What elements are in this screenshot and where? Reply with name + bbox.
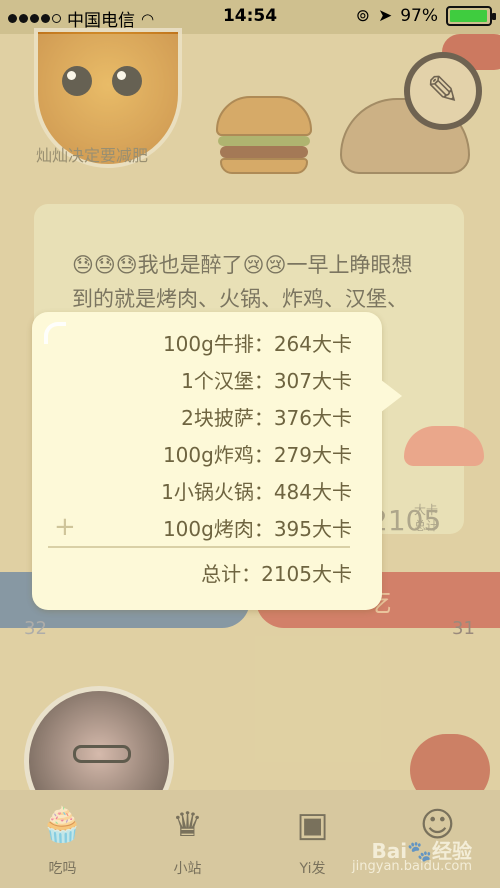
status-right: ⊚ ➤ 97% <box>355 6 496 26</box>
plus-icon[interactable]: + <box>54 512 76 542</box>
calorie-item: 100g炸鸡：279大卡 <box>162 443 352 467</box>
calorie-item: 1个汉堡：307大卡 <box>181 369 352 393</box>
battery-percent: 97% <box>400 6 438 26</box>
battery-fill <box>450 10 487 22</box>
battery-icon <box>446 6 496 26</box>
popover-arrow <box>376 376 402 416</box>
calorie-item: 1小锅火锅：484大卡 <box>161 480 352 504</box>
popover-divider <box>48 546 350 548</box>
calorie-item: 100g烤肉：395大卡 <box>162 517 352 541</box>
location-icon: ➤ <box>377 6 393 26</box>
calorie-item: 100g牛排：264大卡 <box>162 332 352 356</box>
calorie-list: 100g牛排：264大卡 1个汉堡：307大卡 2块披萨：376大卡 100g炸… <box>32 326 352 548</box>
rotation-lock-icon: ⊚ <box>355 6 370 26</box>
calorie-item: 2块披萨：376大卡 <box>181 406 352 430</box>
calorie-total: 总计：2105大卡 <box>201 562 352 586</box>
